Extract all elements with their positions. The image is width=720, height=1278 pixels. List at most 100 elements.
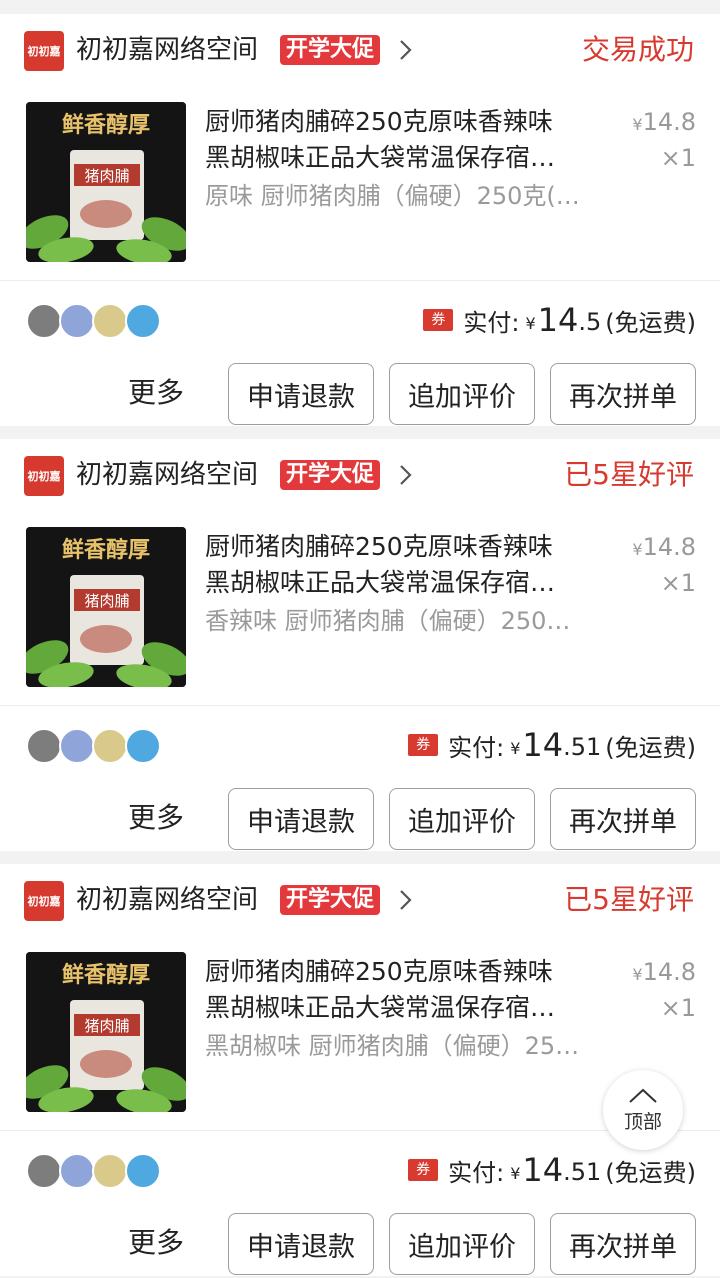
group-buy-again-button[interactable]: 再次拼单 (550, 1213, 696, 1275)
payment-currency: ¥ (510, 1163, 521, 1183)
unit-price-currency: ¥ (632, 540, 643, 559)
promo-badge: 开学大促 (280, 460, 381, 490)
order-actions: 更多 申请退款 追加评价 再次拼单 (0, 788, 720, 850)
store-logo: 初初嘉 (24, 31, 64, 71)
product-sku: 黑胡椒味 厨师猪肉脯（偏硬）25… (205, 1032, 580, 1060)
payment-label: 实付: (448, 733, 505, 762)
product-title[interactable]: 厨师猪肉脯碎250克原味香辣味 黑胡椒味正品大袋常温保存宿… (205, 529, 605, 601)
order-separator (0, 851, 720, 864)
product-title-line1: 厨师猪肉脯碎250克原味香辣味 (205, 532, 553, 561)
unit-price-value: 14.8 (642, 958, 696, 986)
avatar (59, 728, 95, 764)
product-image[interactable]: 鲜香醇厚 猪肉脯 (26, 952, 186, 1112)
avatar (125, 728, 161, 764)
unit-price: ¥14.8 (632, 956, 696, 991)
payment-summary: 券 实付: ¥ 14 .51 (免运费) (408, 725, 696, 765)
payment-summary: 券 实付: ¥ 14 .5 (免运费) (423, 300, 696, 340)
avatar (26, 303, 62, 339)
order-card: 初初嘉 初初嘉网络空间 开学大促 交易成功 鲜香醇厚 猪肉脯 厨师猪肉脯碎250… (0, 14, 720, 426)
product-sku: 香辣味 厨师猪肉脯（偏硬）250… (205, 607, 571, 635)
store-header[interactable]: 初初嘉 初初嘉网络空间 开学大促 已5星好评 (0, 439, 720, 511)
product-title-line1: 厨师猪肉脯碎250克原味香辣味 (205, 107, 553, 136)
coupon-icon: 券 (408, 734, 439, 756)
product-title-line2: 黑胡椒味正品大袋常温保存宿… (205, 993, 556, 1022)
order-status: 已5星好评 (564, 883, 694, 916)
product-row[interactable]: 鲜香醇厚 猪肉脯 厨师猪肉脯碎250克原味香辣味 黑胡椒味正品大袋常温保存宿… … (0, 511, 720, 701)
product-row[interactable]: 鲜香醇厚 猪肉脯 厨师猪肉脯碎250克原味香辣味 黑胡椒味正品大袋常温保存宿… … (0, 86, 720, 276)
divider (0, 280, 720, 281)
quantity: ×1 (660, 569, 696, 597)
payment-note: (免运费) (605, 1158, 696, 1187)
product-image-pack: 猪肉脯 (84, 1017, 129, 1035)
refund-button[interactable]: 申请退款 (228, 1213, 374, 1275)
payment-note: (免运费) (605, 733, 696, 762)
order-card: 初初嘉 初初嘉网络空间 开学大促 已5星好评 鲜香醇厚 猪肉脯 厨师猪肉脯碎25… (0, 439, 720, 851)
product-title[interactable]: 厨师猪肉脯碎250克原味香辣味 黑胡椒味正品大袋常温保存宿… (205, 104, 605, 176)
back-to-top-button[interactable]: 顶部 (603, 1070, 683, 1150)
group-buyer-avatars[interactable] (26, 303, 161, 339)
chevron-right-icon[interactable] (396, 461, 416, 489)
order-actions: 更多 申请退款 追加评价 再次拼单 (0, 1213, 720, 1275)
chevron-right-icon[interactable] (396, 886, 416, 914)
group-buyer-avatars[interactable] (26, 1153, 161, 1189)
back-to-top-label: 顶部 (623, 1110, 662, 1133)
payment-amount-int: 14 (537, 301, 579, 339)
add-review-button[interactable]: 追加评价 (389, 788, 535, 850)
order-status: 已5星好评 (564, 458, 694, 491)
store-name[interactable]: 初初嘉网络空间 (76, 30, 258, 70)
order-status: 交易成功 (581, 33, 694, 66)
more-button[interactable]: 更多 (128, 1223, 184, 1263)
payment-summary: 券 实付: ¥ 14 .51 (免运费) (408, 1150, 696, 1190)
unit-price-value: 14.8 (642, 108, 696, 136)
product-title[interactable]: 厨师猪肉脯碎250克原味香辣味 黑胡椒味正品大袋常温保存宿… (205, 954, 605, 1026)
coupon-icon: 券 (423, 309, 454, 331)
store-header[interactable]: 初初嘉 初初嘉网络空间 开学大促 交易成功 (0, 14, 720, 86)
avatar (26, 728, 62, 764)
product-image[interactable]: 鲜香醇厚 猪肉脯 (26, 527, 186, 687)
order-separator (0, 426, 720, 439)
payment-note: (免运费) (605, 308, 696, 337)
group-buy-again-button[interactable]: 再次拼单 (550, 363, 696, 425)
unit-price-currency: ¥ (632, 115, 643, 134)
avatar (26, 1153, 62, 1189)
store-name[interactable]: 初初嘉网络空间 (76, 455, 258, 495)
product-title-line2: 黑胡椒味正品大袋常温保存宿… (205, 568, 556, 597)
product-image[interactable]: 鲜香醇厚 猪肉脯 (26, 102, 186, 262)
store-name[interactable]: 初初嘉网络空间 (76, 880, 258, 920)
avatar (59, 1153, 95, 1189)
avatar (125, 303, 161, 339)
top-strip (0, 0, 720, 14)
payment-amount-dec: .5 (578, 308, 602, 336)
more-button[interactable]: 更多 (128, 373, 184, 413)
product-image-slogan: 鲜香醇厚 (62, 112, 150, 138)
order-actions: 更多 申请退款 追加评价 再次拼单 (0, 363, 720, 425)
store-logo: 初初嘉 (24, 456, 64, 496)
quantity: ×1 (660, 144, 696, 172)
promo-badge: 开学大促 (280, 885, 381, 915)
quantity: ×1 (660, 994, 696, 1022)
avatar (92, 1153, 128, 1189)
more-button[interactable]: 更多 (128, 798, 184, 838)
refund-button[interactable]: 申请退款 (228, 788, 374, 850)
refund-button[interactable]: 申请退款 (228, 363, 374, 425)
product-image-pack: 猪肉脯 (84, 592, 129, 610)
add-review-button[interactable]: 追加评价 (389, 1213, 535, 1275)
avatar (125, 1153, 161, 1189)
payment-amount-dec: .51 (563, 733, 602, 761)
product-image-art: 鲜香醇厚 猪肉脯 (26, 952, 186, 1112)
payment-label: 实付: (448, 1158, 505, 1187)
store-header[interactable]: 初初嘉 初初嘉网络空间 开学大促 已5星好评 (0, 864, 720, 936)
avatar (59, 303, 95, 339)
unit-price: ¥14.8 (632, 106, 696, 141)
order-list-page: 初初嘉 初初嘉网络空间 开学大促 交易成功 鲜香醇厚 猪肉脯 厨师猪肉脯碎250… (0, 0, 720, 1278)
group-buy-again-button[interactable]: 再次拼单 (550, 788, 696, 850)
product-sku: 原味 厨师猪肉脯（偏硬）250克(… (205, 182, 580, 210)
payment-label: 实付: (463, 308, 520, 337)
unit-price: ¥14.8 (632, 531, 696, 566)
chevron-right-icon[interactable] (396, 36, 416, 64)
payment-amount-dec: .51 (563, 1158, 602, 1186)
product-image-art: 鲜香醇厚 猪肉脯 (26, 527, 186, 687)
add-review-button[interactable]: 追加评价 (389, 363, 535, 425)
coupon-icon: 券 (408, 1159, 439, 1181)
group-buyer-avatars[interactable] (26, 728, 161, 764)
